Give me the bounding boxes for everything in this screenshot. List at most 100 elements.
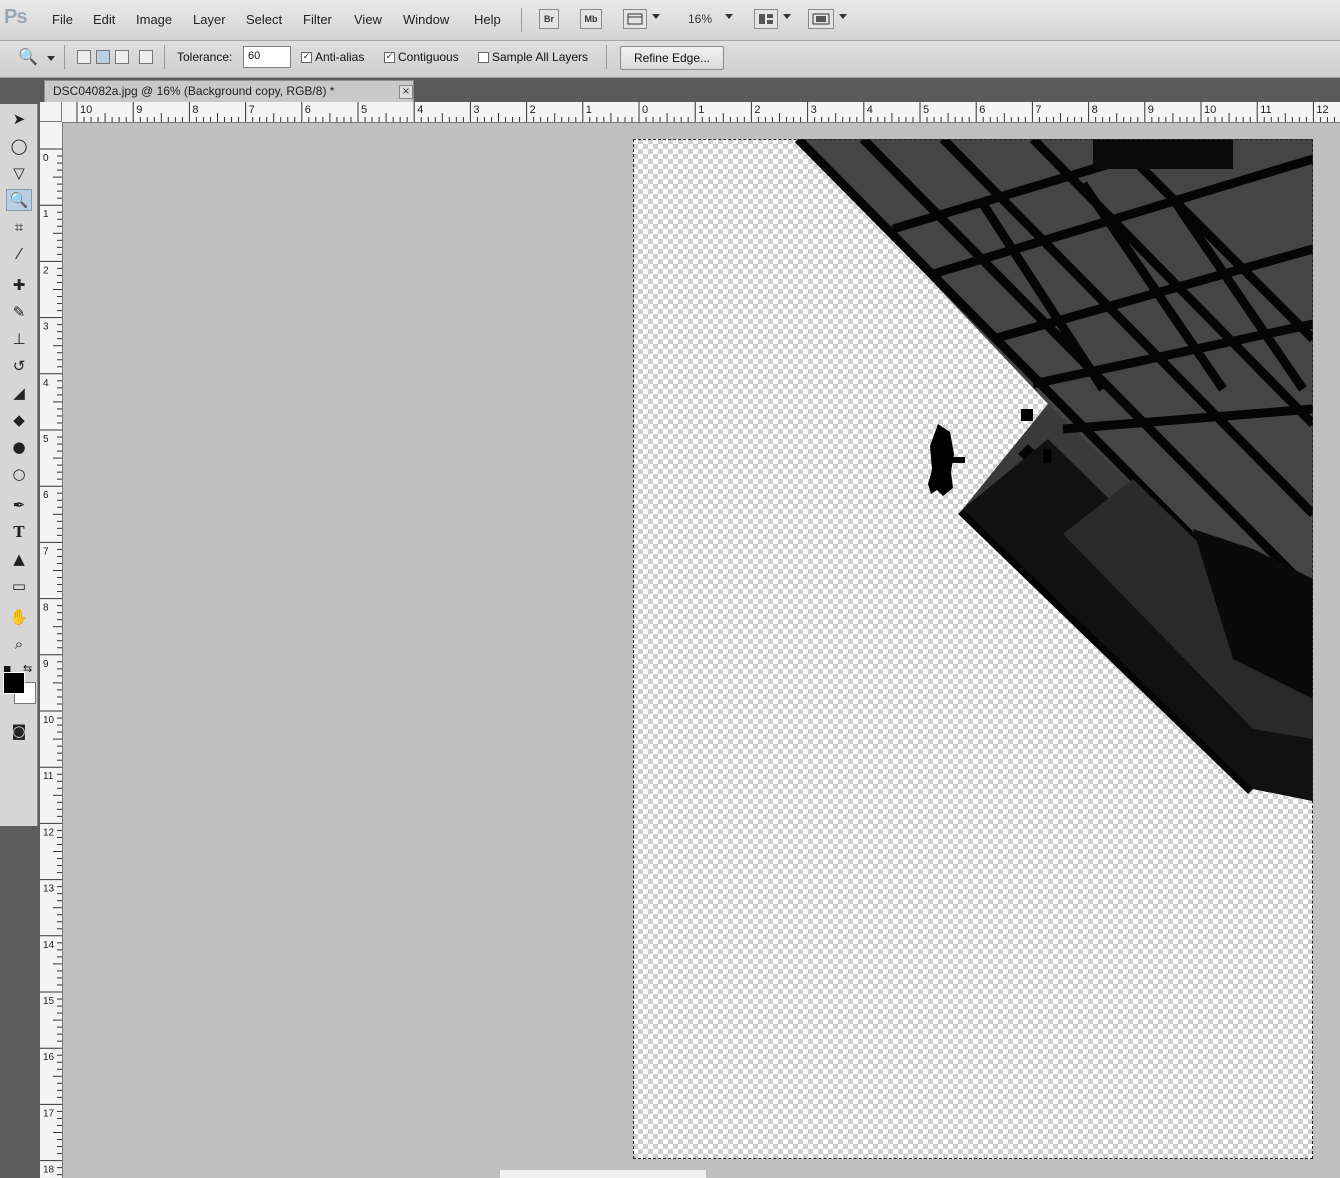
blur-icon[interactable]: ● <box>6 436 32 458</box>
sample-all-layers-label: Sample All Layers <box>492 50 589 64</box>
menu-window[interactable]: Window <box>403 12 449 27</box>
intersect-selection-button[interactable] <box>139 50 153 64</box>
ruler-label: 4 <box>867 104 873 116</box>
close-icon[interactable]: × <box>399 85 413 99</box>
tolerance-label: Tolerance: <box>177 50 233 64</box>
arrange-documents-icon <box>759 14 773 24</box>
document-tab[interactable]: DSC04082a.jpg @ 16% (Background copy, RG… <box>44 80 414 102</box>
quick-selection-preset-icon[interactable]: 🔍 <box>18 47 38 66</box>
horizontal-ruler-ticks: 10 9 8 7 6 5 4 3 2 1 0 1 2 3 4 5 6 7 8 9 10 11 12 <box>76 102 1335 122</box>
pen-icon[interactable]: ✒ <box>6 494 32 516</box>
chevron-down-icon[interactable] <box>47 56 55 61</box>
menu-bar: Ps File Edit Image Layer Select Filter V… <box>0 0 1340 41</box>
ruler-label: 4 <box>417 104 423 116</box>
ruler-label: 3 <box>43 322 49 333</box>
chevron-down-icon[interactable] <box>839 14 847 19</box>
ruler-label: 9 <box>136 104 142 116</box>
toolbox-panel: ➤ ◯ ▽ 🔍 ⌗ ⁄ ✚ ✎ ⊥ ↺ ◢ ◆ ● ○ ✒ T ▲ ▭ ✋ ⌕ … <box>0 78 40 1178</box>
eyedropper-icon[interactable]: ⁄ <box>6 243 32 265</box>
healing-brush-icon[interactable]: ✚ <box>6 274 32 296</box>
ruler-label: 6 <box>305 104 311 116</box>
brush-icon[interactable]: ✎ <box>6 301 32 323</box>
ruler-label: 8 <box>192 104 198 116</box>
menu-layer[interactable]: Layer <box>193 12 226 27</box>
chevron-down-icon[interactable] <box>652 14 660 19</box>
tolerance-input[interactable]: 60 <box>243 46 291 68</box>
rectangle-icon[interactable]: ▭ <box>6 575 32 597</box>
path-selection-icon[interactable]: ▲ <box>6 548 32 570</box>
ruler-label: 4 <box>43 378 49 389</box>
paint-bucket-icon[interactable]: ◆ <box>6 409 32 431</box>
ruler-label: 14 <box>43 940 55 951</box>
ruler-origin[interactable] <box>40 102 62 122</box>
zoom-icon[interactable]: ⌕ <box>6 633 32 655</box>
eraser-icon[interactable]: ◢ <box>6 382 32 404</box>
mini-bridge-button[interactable]: Mb <box>580 9 602 29</box>
vertical-ruler[interactable]: 0 1 2 3 4 5 6 7 8 9 10 11 12 13 14 15 16 17 18 <box>40 122 63 1178</box>
photoshop-logo: Ps <box>4 6 27 28</box>
hand-icon[interactable]: ✋ <box>6 606 32 628</box>
bridge-button[interactable]: Br <box>539 9 559 29</box>
move-icon[interactable]: ➤ <box>6 108 32 130</box>
view-extras-icon <box>627 13 643 25</box>
horizontal-scrollbar[interactable] <box>500 1170 706 1178</box>
ruler-label: 3 <box>811 104 817 116</box>
contiguous-label: Contiguous <box>398 50 459 64</box>
document-tab-strip: DSC04082a.jpg @ 16% (Background copy, RG… <box>40 78 1340 102</box>
document-image[interactable] <box>633 139 1313 1159</box>
menu-filter[interactable]: Filter <box>303 12 332 27</box>
ruler-label: 6 <box>43 490 49 501</box>
contiguous-checkbox[interactable]: ✓ <box>384 52 395 63</box>
ruler-label: 18 <box>43 1165 55 1176</box>
tower-silhouette <box>794 139 1313 801</box>
ruler-label: 11 <box>1260 104 1271 116</box>
add-to-selection-button[interactable] <box>96 50 110 64</box>
screen-mode-button[interactable] <box>808 9 834 29</box>
history-brush-icon[interactable]: ↺ <box>6 355 32 377</box>
quick-selection-icon[interactable]: 🔍 <box>6 189 32 211</box>
zoom-level[interactable]: 16% <box>688 12 712 26</box>
ruler-label: 12 <box>1316 104 1328 116</box>
view-extras-button[interactable] <box>623 9 647 29</box>
menu-help[interactable]: Help <box>474 12 501 27</box>
sample-all-layers-checkbox[interactable] <box>478 52 489 63</box>
ruler-label: 17 <box>43 1108 55 1119</box>
menu-select[interactable]: Select <box>246 12 282 27</box>
lasso-icon[interactable]: ◯ <box>6 135 32 157</box>
menu-image[interactable]: Image <box>136 12 172 27</box>
refine-edge-button[interactable]: Refine Edge... <box>620 46 724 70</box>
ruler-label: 0 <box>43 153 49 164</box>
clone-stamp-icon[interactable]: ⊥ <box>6 328 32 350</box>
ruler-label: 8 <box>43 603 49 614</box>
crop-icon[interactable]: ⌗ <box>6 216 32 238</box>
ruler-label: 0 <box>642 104 648 116</box>
ruler-label: 5 <box>923 104 929 116</box>
ruler-label: 2 <box>754 104 760 116</box>
foreground-color-swatch[interactable] <box>3 672 25 694</box>
options-separator <box>606 45 607 69</box>
vertical-ruler-ticks: 0123456789101112131415161718 <box>40 148 62 1176</box>
options-bar: 🔍 Tolerance: 60 ✓ Anti-alias ✓ Contiguou… <box>0 41 1340 78</box>
canvas-area[interactable] <box>63 123 1340 1178</box>
new-selection-button[interactable] <box>77 50 91 64</box>
polygon-lasso-icon[interactable]: ▽ <box>6 162 32 184</box>
options-separator <box>64 45 65 69</box>
arrange-documents-button[interactable] <box>754 9 778 29</box>
quick-mask-icon[interactable]: ◙ <box>6 720 32 742</box>
ruler-label: 1 <box>43 209 49 220</box>
menu-view[interactable]: View <box>354 12 382 27</box>
tools-column: ➤ ◯ ▽ 🔍 ⌗ ⁄ ✚ ✎ ⊥ ↺ ◢ ◆ ● ○ ✒ T ▲ ▭ ✋ ⌕ … <box>0 104 38 826</box>
ruler-label: 12 <box>43 827 55 838</box>
ruler-label: 2 <box>43 265 49 276</box>
chevron-down-icon[interactable] <box>725 14 733 19</box>
dodge-icon[interactable]: ○ <box>6 463 32 485</box>
menu-file[interactable]: File <box>52 12 73 27</box>
subtract-from-selection-button[interactable] <box>115 50 129 64</box>
type-icon[interactable]: T <box>6 521 32 543</box>
menu-edit[interactable]: Edit <box>93 12 115 27</box>
anti-alias-label: Anti-alias <box>315 50 365 64</box>
horizontal-ruler[interactable]: 10 9 8 7 6 5 4 3 2 1 0 1 2 3 4 5 6 7 8 9 10 11 12 <box>62 102 1340 123</box>
chevron-down-icon[interactable] <box>783 14 791 19</box>
anti-alias-checkbox[interactable]: ✓ <box>301 52 312 63</box>
ruler-label: 7 <box>1035 104 1041 116</box>
